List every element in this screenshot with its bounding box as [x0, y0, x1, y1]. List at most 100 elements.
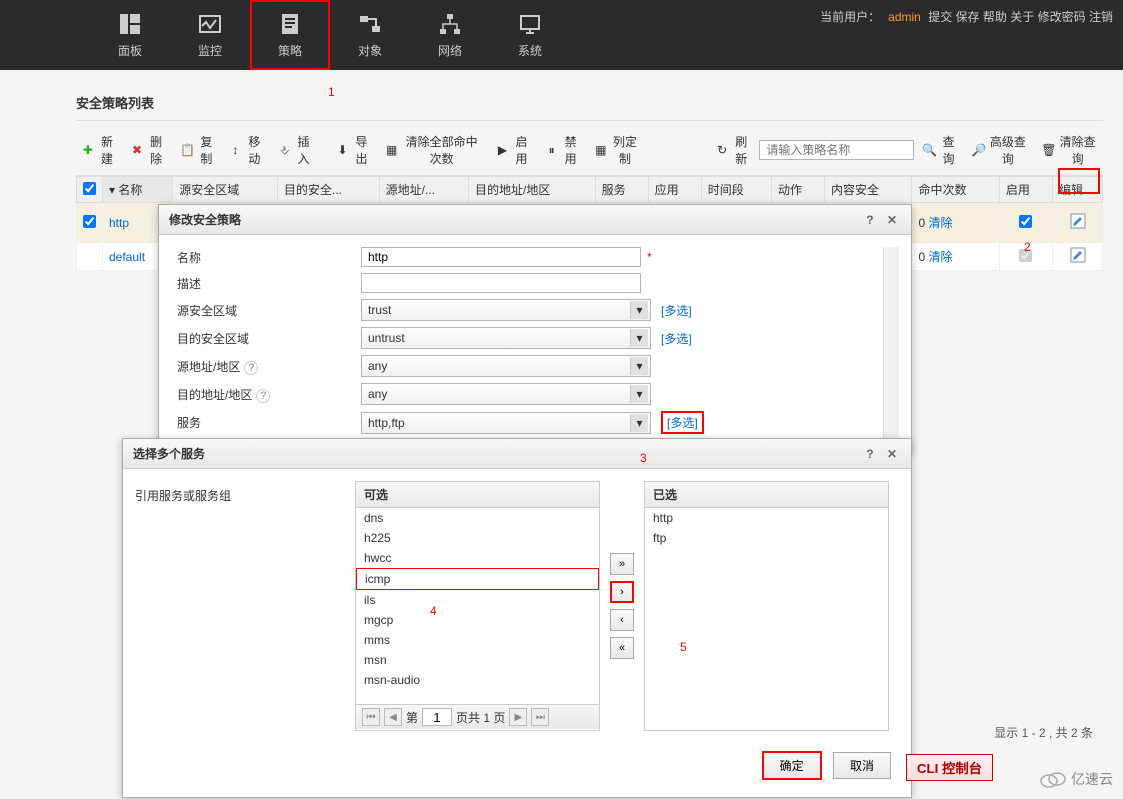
- enable-button[interactable]: ▶启用: [491, 131, 538, 169]
- scrollbar[interactable]: [883, 247, 899, 440]
- list-item[interactable]: mgcp: [356, 610, 599, 630]
- enabled-checkbox[interactable]: [1019, 215, 1032, 228]
- list-item[interactable]: mms: [356, 630, 599, 650]
- col-dst-zone[interactable]: 目的安全...: [277, 177, 379, 203]
- add-all-button[interactable]: »: [610, 553, 634, 575]
- dialog-header[interactable]: 修改安全策略 ? ✕: [159, 205, 911, 235]
- selected-list-body[interactable]: http ftp: [645, 508, 888, 730]
- about-link[interactable]: 关于: [1010, 10, 1034, 24]
- cli-console-button[interactable]: CLI 控制台: [906, 754, 993, 781]
- export-button[interactable]: ⬇导出: [331, 131, 378, 169]
- edit-icon[interactable]: [1070, 213, 1086, 229]
- nav-dashboard[interactable]: 面板: [90, 0, 170, 70]
- multi-select-link[interactable]: [多选]: [661, 330, 692, 347]
- remove-all-button[interactable]: «: [610, 637, 634, 659]
- chevron-down-icon: ▾: [630, 357, 648, 375]
- select-all-checkbox[interactable]: [83, 182, 96, 195]
- name-field[interactable]: [361, 247, 641, 267]
- desc-label: 描述: [171, 275, 361, 292]
- nav-policy[interactable]: 策略: [250, 0, 330, 70]
- src-zone-select[interactable]: trust▾: [361, 299, 651, 321]
- prev-page-button[interactable]: ◀: [384, 708, 402, 726]
- row-checkbox[interactable]: [83, 215, 96, 228]
- remove-one-button[interactable]: ‹: [610, 609, 634, 631]
- submit-link[interactable]: 提交: [928, 10, 952, 24]
- edit-policy-dialog: 修改安全策略 ? ✕ 名称 * 描述 源安全区域 trust▾ [多选] 目的安…: [158, 204, 912, 453]
- clear-query-button[interactable]: 🗑清除查询: [1035, 131, 1103, 169]
- clear-query-icon: 🗑: [1041, 143, 1055, 157]
- page-input[interactable]: [422, 708, 452, 726]
- list-item[interactable]: http: [645, 508, 888, 528]
- columns-button[interactable]: ▦列定制: [589, 131, 646, 169]
- nav-monitor[interactable]: 监控: [170, 0, 250, 70]
- col-src-zone[interactable]: 源安全区域: [173, 177, 278, 203]
- adv-query-button[interactable]: 🔎高级查询: [966, 131, 1034, 169]
- policy-name-link[interactable]: http: [109, 216, 129, 230]
- list-item[interactable]: h225: [356, 528, 599, 548]
- clear-hits-link[interactable]: 清除: [928, 250, 952, 264]
- service-multi-select-link[interactable]: [多选]: [661, 411, 704, 434]
- copy-button[interactable]: 📋复制: [174, 131, 221, 169]
- list-item[interactable]: ftp: [645, 528, 888, 548]
- last-page-button[interactable]: ⏭: [531, 708, 549, 726]
- list-item[interactable]: msn-audio: [356, 670, 599, 690]
- logout-link[interactable]: 注销: [1089, 10, 1113, 24]
- col-checkbox[interactable]: [77, 177, 103, 203]
- policy-name-link[interactable]: default: [109, 250, 145, 264]
- list-item[interactable]: msn: [356, 650, 599, 670]
- close-icon[interactable]: ✕: [883, 447, 901, 461]
- help-link[interactable]: 帮助: [983, 10, 1007, 24]
- new-button[interactable]: ✚新建: [76, 131, 123, 169]
- help-icon[interactable]: ?: [860, 213, 879, 227]
- col-time[interactable]: 时间段: [701, 177, 771, 203]
- multi-select-link[interactable]: [多选]: [661, 302, 692, 319]
- insert-button[interactable]: ⎀插入: [273, 131, 320, 169]
- col-action[interactable]: 动作: [771, 177, 824, 203]
- save-link[interactable]: 保存: [956, 10, 980, 24]
- nav-network[interactable]: 网络: [410, 0, 490, 70]
- src-addr-select[interactable]: any▾: [361, 355, 651, 377]
- cancel-button[interactable]: 取消: [833, 752, 891, 779]
- refresh-button[interactable]: ↻刷新: [710, 131, 757, 169]
- next-page-button[interactable]: ▶: [509, 708, 527, 726]
- dst-addr-select[interactable]: any▾: [361, 383, 651, 405]
- col-app[interactable]: 应用: [648, 177, 701, 203]
- dialog-header[interactable]: 选择多个服务 ? ✕: [123, 439, 911, 469]
- help-icon[interactable]: ?: [256, 389, 270, 403]
- add-one-button[interactable]: ›: [610, 581, 634, 603]
- desc-field[interactable]: [361, 273, 641, 293]
- col-dst-addr[interactable]: 目的地址/地区: [469, 177, 596, 203]
- clear-hits-link[interactable]: 清除: [928, 216, 952, 230]
- help-icon[interactable]: ?: [860, 447, 879, 461]
- help-icon[interactable]: ?: [244, 361, 258, 375]
- col-service[interactable]: 服务: [595, 177, 648, 203]
- search-input[interactable]: [759, 140, 914, 160]
- col-hits[interactable]: 命中次数: [912, 177, 999, 203]
- list-item[interactable]: ils: [356, 590, 599, 610]
- first-page-button[interactable]: ⏮: [362, 708, 380, 726]
- move-button[interactable]: ↕移动: [223, 131, 270, 169]
- ok-button[interactable]: 确定: [762, 751, 822, 780]
- export-icon: ⬇: [337, 143, 349, 157]
- nav-object[interactable]: 对象: [330, 0, 410, 70]
- list-item[interactable]: hwcc: [356, 548, 599, 568]
- col-name[interactable]: ▾ 名称: [103, 177, 173, 203]
- clear-hits-button[interactable]: ▦清除全部命中次数: [380, 131, 489, 169]
- disable-icon: ⏸: [546, 143, 558, 157]
- change-password-link[interactable]: 修改密码: [1038, 10, 1086, 24]
- query-button[interactable]: 🔍查询: [916, 131, 963, 169]
- col-content-sec[interactable]: 内容安全: [825, 177, 912, 203]
- available-list-body[interactable]: dns h225 hwcc icmp ils mgcp mms msn msn-…: [356, 508, 599, 704]
- service-select[interactable]: http,ftp▾: [361, 412, 651, 434]
- nav-system[interactable]: 系统: [490, 0, 570, 70]
- dst-zone-select[interactable]: untrust▾: [361, 327, 651, 349]
- edit-icon[interactable]: [1070, 247, 1086, 263]
- list-item-icmp[interactable]: icmp: [356, 568, 599, 590]
- list-item[interactable]: dns: [356, 508, 599, 528]
- disable-button[interactable]: ⏸禁用: [540, 131, 587, 169]
- delete-button[interactable]: ✖删除: [125, 131, 172, 169]
- select-service-dialog: 选择多个服务 ? ✕ 引用服务或服务组 可选 dns h225 hwcc icm…: [122, 438, 912, 798]
- col-enabled[interactable]: 启用: [999, 177, 1052, 203]
- close-icon[interactable]: ✕: [883, 213, 901, 227]
- col-src-addr[interactable]: 源地址/...: [379, 177, 468, 203]
